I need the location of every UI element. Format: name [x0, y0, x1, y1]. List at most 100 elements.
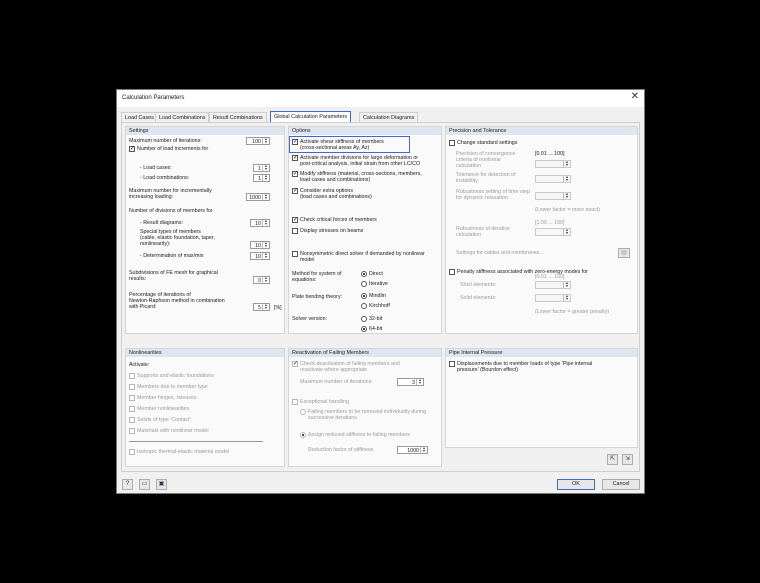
contact-solids-checkbox[interactable]	[129, 417, 135, 423]
exceptional-handling-checkbox[interactable]	[292, 399, 298, 405]
spin-arrows-icon[interactable]: ▲ ▼	[262, 303, 269, 310]
reduction-factor-label: Reduction factor of stiffness	[308, 447, 374, 453]
change-standard-checkbox[interactable]	[449, 140, 455, 146]
spin-arrows-icon[interactable]: ▲ ▼	[563, 228, 570, 235]
iterative-radio[interactable]	[361, 281, 367, 287]
shell-elements-stepper[interactable]: ▲ ▼	[535, 281, 571, 289]
save-icon[interactable]: ▣	[156, 479, 167, 490]
tab-load-combinations[interactable]: Load Combinations	[155, 112, 210, 122]
member-divisions-checkbox[interactable]	[292, 154, 298, 161]
critical-forces-checkbox[interactable]	[292, 216, 298, 223]
direct-radio[interactable]	[361, 271, 367, 277]
member-type-checkbox[interactable]	[129, 384, 135, 390]
64-bit-radio[interactable]	[361, 326, 367, 332]
member-type-label: Members due to member type	[137, 384, 208, 390]
help-icon[interactable]: ?	[122, 479, 133, 490]
remove-individually-radio[interactable]	[300, 409, 306, 415]
spin-arrows-icon[interactable]: ▲ ▼	[262, 164, 269, 171]
spin-arrows-icon[interactable]: ▲ ▼	[563, 294, 570, 301]
options-panel: Options Activate shear stiffness of memb…	[288, 126, 442, 334]
spin-arrows-icon[interactable]: ▲ ▼	[262, 241, 269, 248]
spin-arrows-icon[interactable]: ▲ ▼	[420, 446, 427, 453]
spin-arrows-icon[interactable]: ▲ ▼	[262, 137, 269, 144]
extra-options-checkbox[interactable]	[292, 187, 298, 194]
cable-settings-icon[interactable]: ▤	[618, 248, 630, 258]
method-label-2: equations:	[292, 277, 317, 283]
fe-subdivisions-stepper[interactable]: 0 ▲ ▼	[253, 276, 270, 284]
robustness-range: [1.00 ... 100]	[535, 220, 565, 226]
iterative-label: Iterative	[369, 281, 388, 287]
spin-arrows-icon[interactable]: ▲ ▼	[563, 160, 570, 167]
cancel-button[interactable]: Cancel	[602, 479, 640, 490]
deact-max-iterations-stepper[interactable]: 3 ▲ ▼	[397, 378, 424, 386]
activate-label: Activate:	[129, 362, 150, 368]
modify-stiffness-checkbox[interactable]	[292, 170, 298, 177]
exceptional-handling-label: Exceptional handling	[300, 399, 349, 405]
tab-strip: Load Cases Load Combinations Result Comb…	[121, 111, 641, 122]
incremental-loading-stepper[interactable]: 1000 ▲ ▼	[246, 193, 270, 201]
max-iterations-stepper[interactable]: 100 ▲ ▼	[246, 137, 270, 145]
solid-elements-label: Solid elements:	[460, 295, 497, 301]
pipe-pressure-header: Pipe Internal Pressure	[446, 349, 637, 357]
64-bit-label: 64-bit	[369, 326, 383, 332]
spin-arrows-icon[interactable]: ▲ ▼	[416, 378, 423, 385]
tab-global-calculation-parameters[interactable]: Global Calculation Parameters	[270, 111, 352, 122]
nonsymmetric-solver-checkbox[interactable]	[292, 251, 298, 257]
export-settings-icon[interactable]: ⇱	[607, 454, 618, 465]
failing-members-panel: Reactivation of Failing Members Check de…	[288, 348, 442, 467]
member-nonlinearities-checkbox[interactable]	[129, 406, 135, 412]
cable-settings-label: Settings for cables and membranes...	[456, 250, 544, 256]
relaxation-stepper[interactable]: ▲ ▼	[535, 192, 571, 200]
shear-stiffness-checkbox[interactable]	[292, 138, 298, 145]
tab-calculation-diagrams[interactable]: Calculation Diagrams	[359, 112, 419, 122]
spin-arrows-icon[interactable]: ▲ ▼	[262, 193, 269, 200]
kirchhoff-label: Kirchhoff	[369, 303, 390, 309]
reduced-stiffness-radio[interactable]	[300, 432, 306, 438]
newton-raphson-stepper[interactable]: 5 ▲ ▼	[253, 303, 270, 311]
spin-arrows-icon[interactable]: ▲ ▼	[262, 276, 269, 283]
32-bit-radio[interactable]	[361, 316, 367, 322]
robustness-label-2: calculation	[456, 232, 482, 238]
bourdon-effect-checkbox[interactable]	[449, 361, 455, 367]
spin-arrows-icon[interactable]: ▲ ▼	[262, 252, 269, 259]
spin-arrows-icon[interactable]: ▲ ▼	[563, 175, 570, 182]
determination-maxmin-stepper[interactable]: 10 ▲ ▼	[250, 252, 270, 260]
spin-arrows-icon[interactable]: ▲ ▼	[563, 281, 570, 288]
calculation-parameters-dialog: Calculation Parameters ✕ Load Cases Load…	[116, 89, 645, 494]
import-settings-icon[interactable]: ⇲	[622, 454, 633, 465]
supports-checkbox[interactable]	[129, 373, 135, 379]
tab-result-combinations[interactable]: Result Combinations	[209, 112, 267, 122]
special-types-stepper[interactable]: 10 ▲ ▼	[250, 241, 270, 249]
spin-arrows-icon[interactable]: ▲ ▼	[262, 174, 269, 181]
reduction-factor-stepper[interactable]: 1000 ▲ ▼	[397, 446, 428, 454]
solid-elements-stepper[interactable]: ▲ ▼	[535, 294, 571, 302]
ok-button[interactable]: OK	[557, 479, 595, 490]
relaxation-label-2: for dynamic relaxation	[456, 195, 508, 201]
incremental-loading-label-2: increasing loading:	[129, 194, 174, 200]
kirchhoff-radio[interactable]	[361, 303, 367, 309]
check-deactivation-checkbox[interactable]	[292, 360, 298, 367]
penalty-stiffness-checkbox[interactable]	[449, 269, 455, 275]
load-increments-checkbox[interactable]	[129, 145, 135, 152]
member-divisions-label: Number of divisions of members for	[129, 208, 213, 214]
options-header: Options	[289, 127, 441, 135]
tab-load-cases[interactable]: Load Cases	[121, 112, 158, 122]
convergence-stepper[interactable]: ▲ ▼	[535, 160, 571, 168]
max-iterations-label: Maximum number of iterations:	[129, 138, 202, 144]
result-diagrams-stepper[interactable]: 10 ▲ ▼	[250, 219, 270, 227]
spin-arrows-icon[interactable]: ▲ ▼	[262, 219, 269, 226]
modify-stiffness-label-2: load cases and combinations)	[300, 177, 371, 183]
mindlin-radio[interactable]	[361, 293, 367, 299]
load-combinations-stepper[interactable]: 1 ▲ ▼	[253, 174, 270, 182]
load-cases-stepper[interactable]: 1 ▲ ▼	[253, 164, 270, 172]
open-folder-icon[interactable]: ▭	[139, 479, 150, 490]
isotropic-thermal-checkbox[interactable]	[129, 449, 135, 455]
close-icon[interactable]: ✕	[631, 92, 639, 102]
nonlinear-materials-checkbox[interactable]	[129, 428, 135, 434]
robustness-stepper[interactable]: ▲ ▼	[535, 228, 571, 236]
member-hinges-checkbox[interactable]	[129, 395, 135, 401]
tolerance-stepper[interactable]: ▲ ▼	[535, 175, 571, 183]
spin-arrows-icon[interactable]: ▲ ▼	[563, 192, 570, 199]
display-stresses-checkbox[interactable]	[292, 228, 298, 234]
percent-unit: [%]	[274, 305, 282, 311]
